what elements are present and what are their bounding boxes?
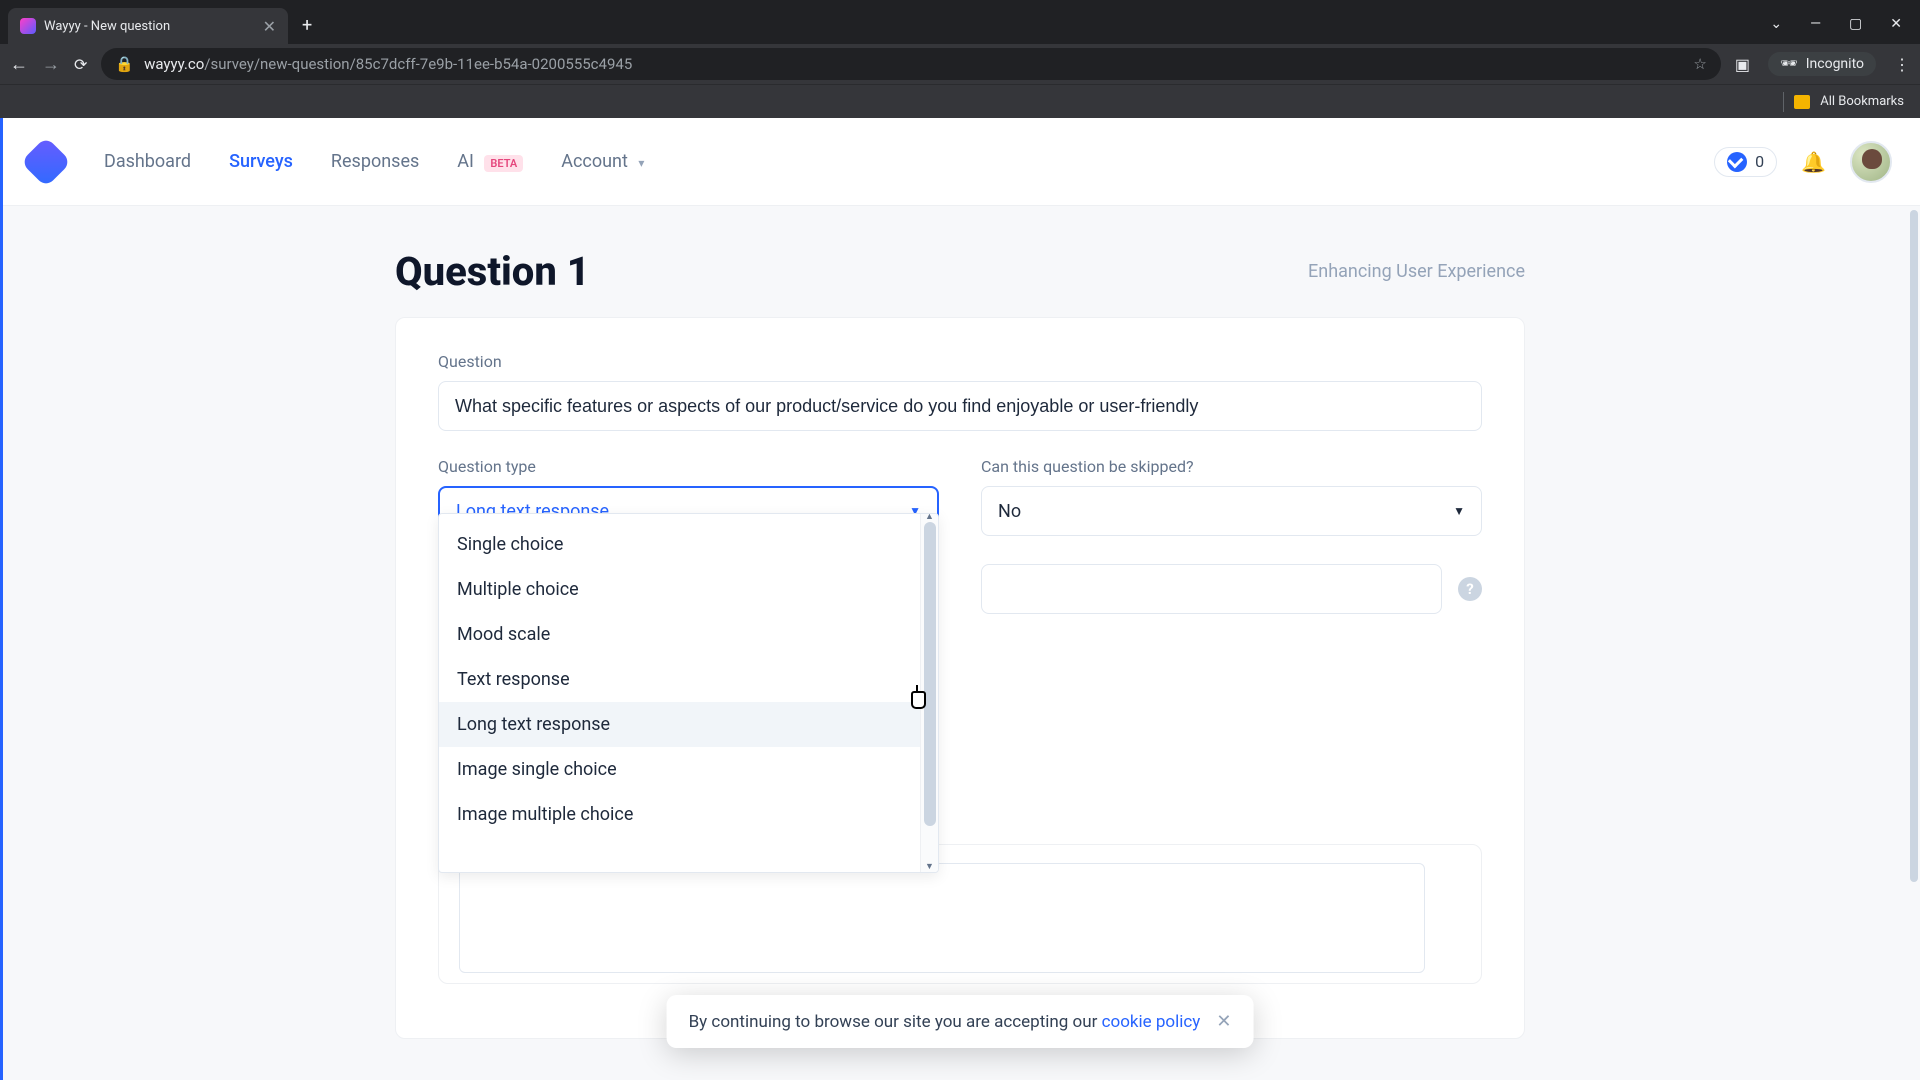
app-logo[interactable] (21, 136, 72, 187)
nav-account-label: Account (561, 151, 628, 172)
nav-surveys[interactable]: Surveys (229, 151, 293, 172)
bookmark-star-icon[interactable]: ☆ (1693, 55, 1706, 73)
question-card: Question Question type Long text respons… (395, 317, 1525, 1039)
question-field-label: Question (438, 352, 1482, 371)
url-host: wayyy.co (144, 55, 204, 73)
maximize-icon[interactable]: ▢ (1849, 16, 1862, 32)
skip-select[interactable]: No ▼ (981, 486, 1482, 536)
survey-name: Enhancing User Experience (1308, 261, 1525, 282)
favicon (20, 18, 36, 34)
cookie-banner: By continuing to browse our site you are… (667, 995, 1254, 1048)
close-window-icon[interactable]: ✕ (1890, 16, 1902, 32)
cookie-policy-link[interactable]: cookie policy (1102, 1012, 1201, 1032)
notifications-bell-icon[interactable]: 🔔 (1801, 150, 1826, 174)
nav-ai[interactable]: AI BETA (457, 151, 523, 172)
credits-pill[interactable]: 0 (1714, 147, 1777, 177)
tab-close-icon[interactable]: ✕ (263, 17, 276, 36)
folder-icon (1794, 95, 1810, 109)
incognito-label: Incognito (1806, 56, 1864, 72)
dropdown-option[interactable]: Multiple choice (439, 567, 920, 612)
question-input[interactable] (438, 381, 1482, 431)
dropdown-scrollbar[interactable]: ▲ ▼ (920, 514, 938, 872)
skip-field-label: Can this question be skipped? (981, 457, 1482, 476)
secondary-input[interactable] (981, 564, 1442, 614)
forward-button[interactable]: → (42, 54, 60, 75)
back-button[interactable]: ← (10, 54, 28, 75)
scrollbar-thumb[interactable] (924, 522, 936, 826)
new-tab-button[interactable]: + (302, 15, 312, 36)
page-title: Question 1 (395, 248, 590, 295)
incognito-icon: 🕶 (1780, 56, 1798, 72)
browser-tab[interactable]: Wayyy - New question ✕ (8, 8, 288, 44)
scroll-down-icon[interactable]: ▼ (925, 863, 934, 872)
help-icon[interactable]: ? (1458, 577, 1482, 601)
browser-toolbar: ← → ⟳ 🔒 wayyy.co/survey/new-question/85c… (0, 44, 1920, 84)
long-text-preview-textarea[interactable] (459, 863, 1425, 973)
minimize-icon[interactable]: ― (1810, 16, 1821, 32)
dropdown-option[interactable]: Long text response (439, 702, 920, 747)
tab-title: Wayyy - New question (44, 19, 255, 34)
dropdown-option[interactable]: Image single choice (439, 747, 920, 792)
caret-down-icon: ▼ (1453, 504, 1465, 518)
dropdown-option[interactable]: Text response (439, 657, 920, 702)
nav-account[interactable]: Account ▾ (561, 151, 644, 172)
cookie-close-icon[interactable]: ✕ (1216, 1011, 1231, 1032)
chevron-down-icon[interactable]: ⌄ (1770, 16, 1782, 32)
extensions-icon[interactable]: ▣ (1735, 55, 1750, 74)
scrollbar-thumb[interactable] (1910, 210, 1918, 882)
nav-ai-label: AI (457, 151, 474, 172)
incognito-indicator[interactable]: 🕶 Incognito (1768, 52, 1876, 76)
browser-tab-strip: Wayyy - New question ✕ + ⌄ ― ▢ ✕ (0, 0, 1920, 44)
nav-dashboard[interactable]: Dashboard (104, 151, 191, 172)
window-controls: ⌄ ― ▢ ✕ (1770, 16, 1912, 32)
bookmarks-bar: All Bookmarks (0, 84, 1920, 118)
credits-count: 0 (1755, 152, 1764, 171)
cookie-text: By continuing to browse our site you are… (689, 1012, 1102, 1032)
reload-button[interactable]: ⟳ (74, 55, 87, 74)
lock-icon: 🔒 (115, 55, 134, 73)
dropdown-option[interactable]: Image multiple choice (439, 792, 920, 837)
beta-badge: BETA (484, 155, 523, 172)
credits-icon (1727, 152, 1747, 172)
page: Dashboard Surveys Responses AI BETA Acco… (0, 118, 1920, 1080)
dropdown-option[interactable]: Mood scale (439, 612, 920, 657)
all-bookmarks-link[interactable]: All Bookmarks (1820, 94, 1904, 109)
avatar[interactable] (1850, 141, 1892, 183)
kebab-menu-icon[interactable]: ⋮ (1894, 55, 1910, 74)
app-topnav: Dashboard Surveys Responses AI BETA Acco… (0, 118, 1920, 206)
nav-responses[interactable]: Responses (331, 151, 419, 172)
skip-value: No (998, 501, 1021, 522)
dropdown-option[interactable]: Single choice (439, 522, 920, 567)
page-scrollbar[interactable] (1910, 210, 1918, 1072)
address-bar[interactable]: 🔒 wayyy.co/survey/new-question/85c7dcff-… (101, 48, 1720, 80)
url-path: /survey/new-question/85c7dcff-7e9b-11ee-… (204, 55, 632, 73)
question-type-dropdown: Single choice Multiple choice Mood scale… (438, 513, 939, 873)
scroll-up-icon[interactable]: ▲ (925, 513, 934, 522)
chevron-down-icon: ▾ (638, 156, 644, 170)
type-field-label: Question type (438, 457, 939, 476)
